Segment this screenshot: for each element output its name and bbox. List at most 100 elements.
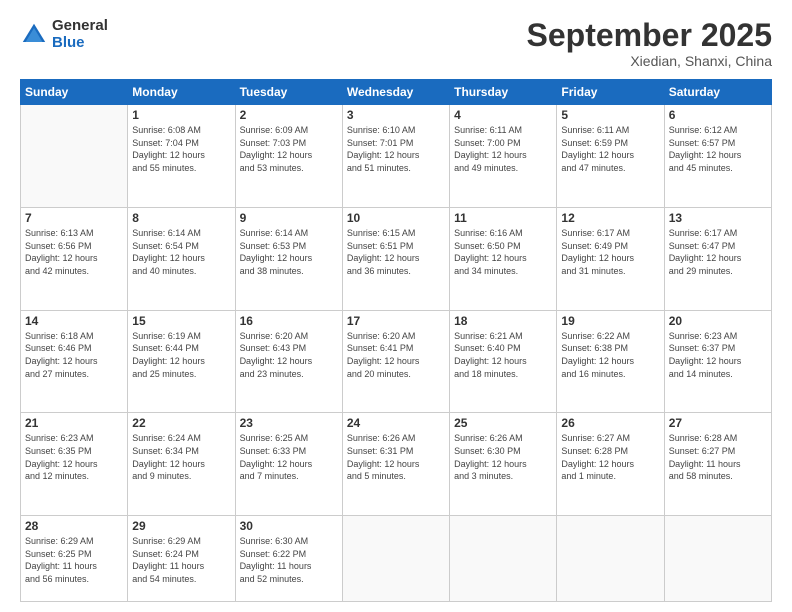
header-sunday: Sunday [21, 80, 128, 105]
logo-general: General [52, 18, 108, 35]
day-info: Sunrise: 6:26 AM Sunset: 6:30 PM Dayligh… [454, 432, 552, 482]
day-info: Sunrise: 6:23 AM Sunset: 6:35 PM Dayligh… [25, 432, 123, 482]
day-number: 1 [132, 108, 230, 122]
header-wednesday: Wednesday [342, 80, 449, 105]
logo: General Blue [20, 18, 108, 51]
calendar-cell: 2 Sunrise: 6:09 AM Sunset: 7:03 PM Daylig… [235, 105, 342, 208]
day-number: 17 [347, 314, 445, 328]
day-info: Sunrise: 6:30 AM Sunset: 6:22 PM Dayligh… [240, 535, 338, 585]
day-info: Sunrise: 6:23 AM Sunset: 6:37 PM Dayligh… [669, 330, 767, 380]
calendar-cell: 3 Sunrise: 6:10 AM Sunset: 7:01 PM Daylig… [342, 105, 449, 208]
day-info: Sunrise: 6:16 AM Sunset: 6:50 PM Dayligh… [454, 227, 552, 277]
calendar-cell: 10 Sunrise: 6:15 AM Sunset: 6:51 PM Dayli… [342, 207, 449, 310]
day-info: Sunrise: 6:28 AM Sunset: 6:27 PM Dayligh… [669, 432, 767, 482]
day-number: 6 [669, 108, 767, 122]
day-number: 22 [132, 416, 230, 430]
day-number: 8 [132, 211, 230, 225]
calendar-cell [557, 516, 664, 602]
day-info: Sunrise: 6:26 AM Sunset: 6:31 PM Dayligh… [347, 432, 445, 482]
calendar-cell: 6Sunrise: 6:12 AM Sunset: 6:57 PM Daylig… [664, 105, 771, 208]
calendar-cell [342, 516, 449, 602]
calendar-cell: 21 Sunrise: 6:23 AM Sunset: 6:35 PM Dayli… [21, 413, 128, 516]
calendar-cell: 30 Sunrise: 6:30 AM Sunset: 6:22 PM Dayli… [235, 516, 342, 602]
calendar-header-row: SundayMondayTuesdayWednesdayThursdayFrid… [21, 80, 772, 105]
day-info: Sunrise: 6:25 AM Sunset: 6:33 PM Dayligh… [240, 432, 338, 482]
day-info: Sunrise: 6:17 AM Sunset: 6:47 PM Dayligh… [669, 227, 767, 277]
day-number: 24 [347, 416, 445, 430]
calendar-week-row: 21 Sunrise: 6:23 AM Sunset: 6:35 PM Dayli… [21, 413, 772, 516]
day-number: 19 [561, 314, 659, 328]
calendar-week-row: 1 Sunrise: 6:08 AM Sunset: 7:04 PM Daylig… [21, 105, 772, 208]
day-info: Sunrise: 6:20 AM Sunset: 6:41 PM Dayligh… [347, 330, 445, 380]
day-info: Sunrise: 6:18 AM Sunset: 6:46 PM Dayligh… [25, 330, 123, 380]
day-info: Sunrise: 6:14 AM Sunset: 6:54 PM Dayligh… [132, 227, 230, 277]
calendar-cell: 13Sunrise: 6:17 AM Sunset: 6:47 PM Dayli… [664, 207, 771, 310]
day-number: 27 [669, 416, 767, 430]
header-monday: Monday [128, 80, 235, 105]
day-number: 30 [240, 519, 338, 533]
day-number: 10 [347, 211, 445, 225]
day-info: Sunrise: 6:24 AM Sunset: 6:34 PM Dayligh… [132, 432, 230, 482]
calendar-cell: 7 Sunrise: 6:13 AM Sunset: 6:56 PM Daylig… [21, 207, 128, 310]
day-number: 3 [347, 108, 445, 122]
calendar-cell: 29 Sunrise: 6:29 AM Sunset: 6:24 PM Dayli… [128, 516, 235, 602]
calendar-week-row: 28Sunrise: 6:29 AM Sunset: 6:25 PM Dayli… [21, 516, 772, 602]
calendar-cell: 11 Sunrise: 6:16 AM Sunset: 6:50 PM Dayli… [450, 207, 557, 310]
page-header: General Blue September 2025 Xiedian, Sha… [20, 18, 772, 69]
logo-icon [20, 21, 48, 49]
day-info: Sunrise: 6:29 AM Sunset: 6:24 PM Dayligh… [132, 535, 230, 585]
day-number: 11 [454, 211, 552, 225]
calendar-cell [664, 516, 771, 602]
day-info: Sunrise: 6:14 AM Sunset: 6:53 PM Dayligh… [240, 227, 338, 277]
calendar-week-row: 14 Sunrise: 6:18 AM Sunset: 6:46 PM Dayli… [21, 310, 772, 413]
calendar-cell: 18 Sunrise: 6:21 AM Sunset: 6:40 PM Dayli… [450, 310, 557, 413]
day-number: 29 [132, 519, 230, 533]
day-number: 21 [25, 416, 123, 430]
calendar-cell: 27 Sunrise: 6:28 AM Sunset: 6:27 PM Dayli… [664, 413, 771, 516]
logo-blue: Blue [52, 35, 108, 52]
title-block: September 2025 Xiedian, Shanxi, China [527, 18, 772, 69]
day-number: 5 [561, 108, 659, 122]
calendar-cell: 4 Sunrise: 6:11 AM Sunset: 7:00 PM Daylig… [450, 105, 557, 208]
day-info: Sunrise: 6:08 AM Sunset: 7:04 PM Dayligh… [132, 124, 230, 174]
day-number: 26 [561, 416, 659, 430]
day-number: 7 [25, 211, 123, 225]
calendar-cell: 25Sunrise: 6:26 AM Sunset: 6:30 PM Dayli… [450, 413, 557, 516]
day-info: Sunrise: 6:15 AM Sunset: 6:51 PM Dayligh… [347, 227, 445, 277]
header-friday: Friday [557, 80, 664, 105]
day-info: Sunrise: 6:13 AM Sunset: 6:56 PM Dayligh… [25, 227, 123, 277]
calendar-cell [450, 516, 557, 602]
day-number: 20 [669, 314, 767, 328]
day-info: Sunrise: 6:10 AM Sunset: 7:01 PM Dayligh… [347, 124, 445, 174]
day-number: 23 [240, 416, 338, 430]
location-subtitle: Xiedian, Shanxi, China [527, 53, 772, 69]
day-number: 18 [454, 314, 552, 328]
day-info: Sunrise: 6:21 AM Sunset: 6:40 PM Dayligh… [454, 330, 552, 380]
day-number: 15 [132, 314, 230, 328]
day-info: Sunrise: 6:17 AM Sunset: 6:49 PM Dayligh… [561, 227, 659, 277]
calendar-cell: 14 Sunrise: 6:18 AM Sunset: 6:46 PM Dayli… [21, 310, 128, 413]
calendar-cell: 24 Sunrise: 6:26 AM Sunset: 6:31 PM Dayli… [342, 413, 449, 516]
day-info: Sunrise: 6:19 AM Sunset: 6:44 PM Dayligh… [132, 330, 230, 380]
calendar-table: SundayMondayTuesdayWednesdayThursdayFrid… [20, 79, 772, 602]
day-info: Sunrise: 6:22 AM Sunset: 6:38 PM Dayligh… [561, 330, 659, 380]
calendar-cell: 19 Sunrise: 6:22 AM Sunset: 6:38 PM Dayli… [557, 310, 664, 413]
calendar-cell: 26 Sunrise: 6:27 AM Sunset: 6:28 PM Dayli… [557, 413, 664, 516]
calendar-cell: 8 Sunrise: 6:14 AM Sunset: 6:54 PM Daylig… [128, 207, 235, 310]
day-info: Sunrise: 6:27 AM Sunset: 6:28 PM Dayligh… [561, 432, 659, 482]
calendar-cell: 22 Sunrise: 6:24 AM Sunset: 6:34 PM Dayli… [128, 413, 235, 516]
day-number: 9 [240, 211, 338, 225]
day-number: 4 [454, 108, 552, 122]
day-number: 2 [240, 108, 338, 122]
calendar-week-row: 7 Sunrise: 6:13 AM Sunset: 6:56 PM Daylig… [21, 207, 772, 310]
day-info: Sunrise: 6:11 AM Sunset: 7:00 PM Dayligh… [454, 124, 552, 174]
calendar-cell: 28Sunrise: 6:29 AM Sunset: 6:25 PM Dayli… [21, 516, 128, 602]
day-info: Sunrise: 6:09 AM Sunset: 7:03 PM Dayligh… [240, 124, 338, 174]
calendar-cell: 20 Sunrise: 6:23 AM Sunset: 6:37 PM Dayli… [664, 310, 771, 413]
logo-text: General Blue [52, 18, 108, 51]
header-tuesday: Tuesday [235, 80, 342, 105]
calendar-cell: 17 Sunrise: 6:20 AM Sunset: 6:41 PM Dayli… [342, 310, 449, 413]
day-number: 14 [25, 314, 123, 328]
month-title: September 2025 [527, 18, 772, 53]
calendar-cell [21, 105, 128, 208]
